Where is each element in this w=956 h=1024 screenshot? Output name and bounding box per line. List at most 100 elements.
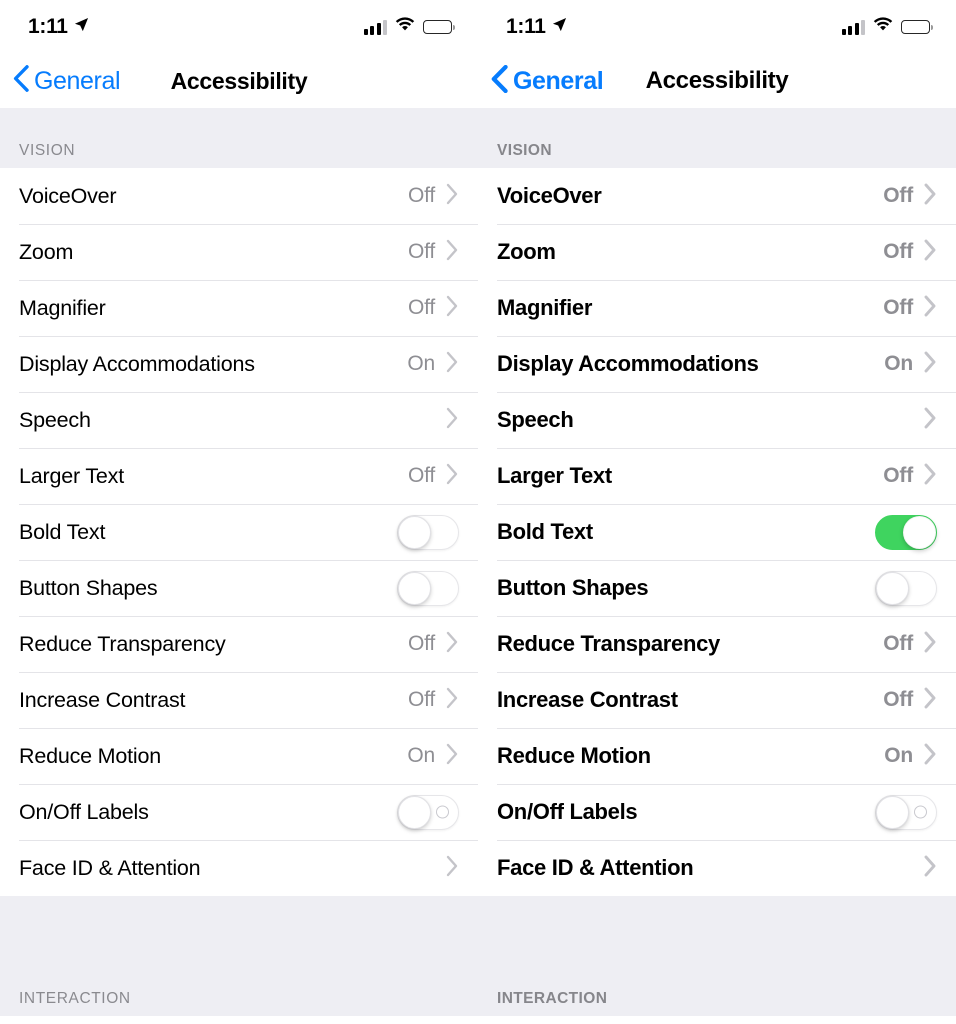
list-row[interactable]: Larger Text Off — [0, 448, 478, 504]
toggle-switch[interactable] — [875, 570, 937, 606]
list-row[interactable]: On/Off Labels — [0, 784, 478, 840]
chevron-right-icon — [446, 687, 459, 714]
list-row-label: Speech — [19, 407, 91, 432]
list-row-label: Reduce Motion — [19, 743, 162, 768]
list-row-value: Off — [883, 296, 913, 319]
chevron-left-icon — [491, 64, 508, 98]
list-row-label: Magnifier — [497, 295, 593, 320]
list-row[interactable]: Speech — [478, 392, 956, 448]
location-arrow-icon — [74, 17, 89, 37]
list-row[interactable]: Display Accommodations On — [478, 336, 956, 392]
chevron-right-icon — [446, 855, 459, 882]
list-row-label: Increase Contrast — [497, 687, 678, 712]
list-row-label: Reduce Motion — [497, 743, 651, 768]
list-row[interactable]: Increase Contrast Off — [0, 672, 478, 728]
list-row-accessory: On — [407, 351, 459, 378]
list-row-accessory — [875, 514, 937, 550]
list-row-label: Reduce Transparency — [19, 631, 226, 656]
list-row-label: Increase Contrast — [19, 687, 186, 712]
section-header-interaction-label: INTERACTION — [19, 990, 131, 1007]
navigation-bar: General Accessibility — [0, 54, 478, 108]
list-row-accessory — [397, 570, 459, 606]
list-row[interactable]: Reduce Motion On — [0, 728, 478, 784]
list-row[interactable]: Zoom Off — [478, 224, 956, 280]
list-row-accessory — [924, 855, 937, 882]
list-row[interactable]: Magnifier Off — [478, 280, 956, 336]
iphone-screen-bold-text-off: 1:11 General Accessibility VISION VoiceO… — [0, 0, 478, 1024]
toggle-knob — [876, 795, 909, 829]
toggle-switch[interactable] — [875, 794, 937, 830]
list-row-label: Bold Text — [19, 519, 106, 544]
list-row-value: Off — [883, 632, 913, 655]
list-row-value: On — [884, 352, 913, 375]
toggle-knob — [398, 795, 431, 829]
list-row[interactable]: Display Accommodations On — [0, 336, 478, 392]
list-row[interactable]: Reduce Motion On — [478, 728, 956, 784]
chevron-right-icon — [924, 855, 937, 882]
back-button-general[interactable]: General — [478, 64, 604, 98]
list-row[interactable]: Face ID & Attention — [478, 840, 956, 896]
status-bar-left: 1:11 — [28, 15, 89, 39]
toggle-switch[interactable] — [397, 570, 459, 606]
vision-list: VoiceOver Off Zoom Off Magnifier Off Display A… — [478, 168, 956, 896]
list-row-value: Off — [407, 296, 435, 319]
list-row[interactable]: Bold Text — [0, 504, 478, 560]
list-row-label: Face ID & Attention — [497, 855, 694, 880]
list-row-value: On — [407, 352, 435, 375]
list-row[interactable]: Reduce Transparency Off — [0, 616, 478, 672]
list-row[interactable]: Zoom Off — [0, 224, 478, 280]
list-row-accessory — [924, 407, 937, 434]
list-row-label: Face ID & Attention — [19, 855, 201, 880]
toggle-switch[interactable] — [397, 794, 459, 830]
wifi-icon — [395, 17, 415, 37]
toggle-off-label-icon — [436, 805, 449, 819]
toggle-off-label-icon — [914, 805, 927, 819]
list-row[interactable]: Button Shapes — [478, 560, 956, 616]
list-row[interactable]: Magnifier Off — [0, 280, 478, 336]
section-gap — [0, 896, 478, 971]
list-row-label: Speech — [497, 407, 574, 432]
list-row-label: Zoom — [19, 239, 74, 264]
list-row[interactable]: VoiceOver Off — [0, 168, 478, 224]
list-row-accessory — [397, 794, 459, 830]
list-row-label: On/Off Labels — [497, 799, 638, 824]
list-row-accessory: Off — [408, 295, 459, 322]
toggle-switch[interactable] — [875, 514, 937, 550]
back-button-general[interactable]: General — [0, 65, 121, 97]
section-header-vision: VISION — [0, 108, 478, 168]
chevron-right-icon — [924, 239, 937, 266]
list-row-accessory: Off — [883, 463, 937, 490]
chevron-right-icon — [924, 631, 937, 658]
interaction-list: Reachability — [478, 1016, 956, 1024]
list-row-accessory: On — [884, 351, 937, 378]
chevron-right-icon — [446, 239, 459, 266]
list-row[interactable]: Face ID & Attention — [0, 840, 478, 896]
list-row[interactable]: VoiceOver Off — [478, 168, 956, 224]
list-row[interactable]: Increase Contrast Off — [478, 672, 956, 728]
chevron-right-icon — [924, 351, 937, 378]
section-header-vision: VISION — [478, 108, 956, 168]
list-row[interactable]: Reachability — [478, 1016, 956, 1024]
list-row-label: Larger Text — [19, 463, 124, 488]
list-row-value: Off — [407, 240, 435, 263]
list-row[interactable]: Button Shapes — [0, 560, 478, 616]
status-bar: 1:11 — [0, 0, 478, 54]
chevron-right-icon — [924, 407, 937, 434]
toggle-switch[interactable] — [397, 514, 459, 550]
list-row[interactable]: Bold Text — [478, 504, 956, 560]
list-row-label: On/Off Labels — [19, 799, 149, 824]
section-gap — [478, 896, 956, 971]
list-row[interactable]: Reachability — [0, 1016, 478, 1024]
list-row[interactable]: Speech — [0, 392, 478, 448]
list-row-accessory: On — [884, 743, 937, 770]
list-row-value: Off — [407, 184, 435, 207]
list-row-accessory: Off — [408, 463, 459, 490]
iphone-screen-bold-text-on: 1:11 General Accessibility VISION VoiceO… — [478, 0, 956, 1024]
list-row-value: Off — [883, 464, 913, 487]
list-row[interactable]: Reduce Transparency Off — [478, 616, 956, 672]
list-row[interactable]: Larger Text Off — [478, 448, 956, 504]
list-row-label: Button Shapes — [497, 575, 649, 600]
list-row[interactable]: On/Off Labels — [478, 784, 956, 840]
list-row-accessory: Off — [883, 183, 937, 210]
list-row-accessory — [446, 855, 459, 882]
